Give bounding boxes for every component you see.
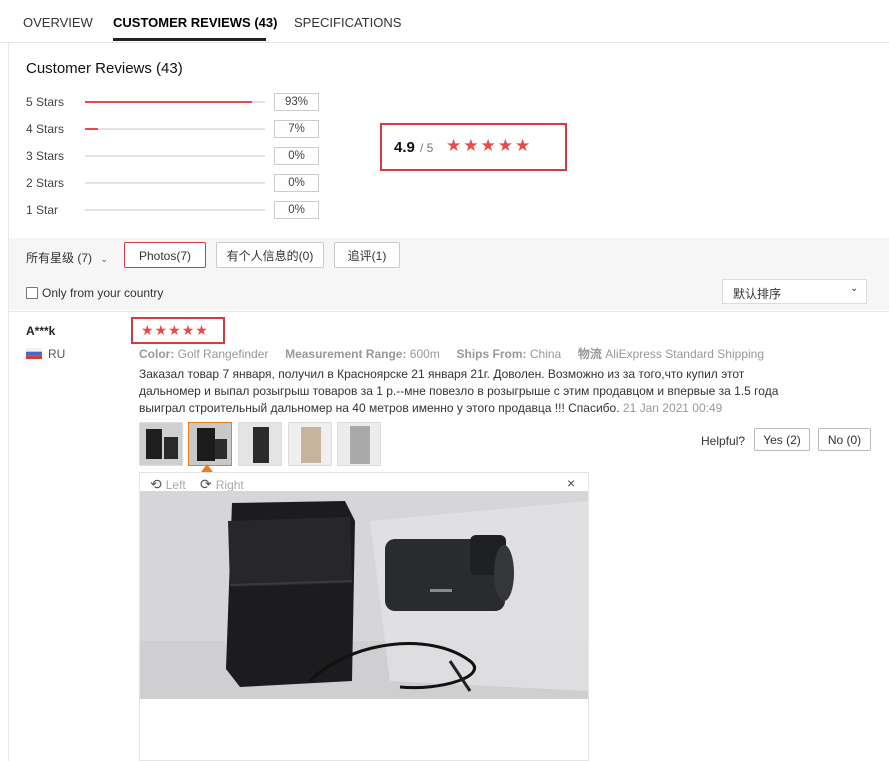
- rating-row-label: 4 Stars: [26, 122, 65, 136]
- rating-percent-box: 93%: [274, 93, 319, 111]
- review-photo-large: [140, 491, 588, 699]
- country-filter-label: Only from your country: [42, 286, 164, 300]
- review-body: Заказал товар 7 января, получил в Красно…: [139, 366, 779, 417]
- photo-thumbnail: [239, 423, 281, 465]
- star-icon: ★: [446, 136, 462, 155]
- review-photo-thumb-selected[interactable]: [188, 422, 232, 466]
- review-photo-thumb[interactable]: [288, 422, 332, 466]
- star-icon: ★: [480, 136, 496, 155]
- active-tab-underline: [113, 38, 266, 41]
- photo-thumbnail: [338, 423, 380, 465]
- color-attr-label: Color:: [139, 347, 175, 361]
- photo-thumbnail: [140, 423, 182, 465]
- review-date: 21 Jan 2021 00:49: [622, 401, 723, 415]
- star-icon: ★: [154, 322, 168, 338]
- review-rating-box: ★ ★ ★ ★ ★: [131, 317, 225, 344]
- rotate-right-label: Right: [215, 477, 244, 492]
- rating-bar-track: [85, 155, 265, 157]
- tab-customer-reviews[interactable]: CUSTOMER REVIEWS (43): [113, 15, 277, 30]
- star-icon: ★: [463, 136, 479, 155]
- selected-thumb-pointer: [201, 464, 213, 472]
- left-divider: [8, 0, 9, 761]
- star-icon: ★: [181, 322, 195, 338]
- rating-percent-box: 0%: [274, 147, 319, 165]
- country-checkbox[interactable]: [26, 287, 38, 299]
- measure-attr-value: 600m: [409, 347, 440, 361]
- rating-bar-track: [85, 182, 265, 184]
- logistics-attr-value: AliExpress Standard Shipping: [605, 347, 765, 361]
- review-photo-thumb[interactable]: [337, 422, 381, 466]
- average-rating-value: 4.9: [394, 139, 415, 156]
- reviewer-name: A***k: [26, 324, 56, 338]
- rating-max-label: / 5: [420, 141, 434, 155]
- review-attributes: Color: Golf Rangefinder Measurement Rang…: [139, 345, 764, 362]
- rating-bar-track: [85, 209, 265, 211]
- tab-bar: OVERVIEW CUSTOMER REVIEWS (43) SPECIFICA…: [0, 0, 889, 43]
- reviewer-country: RU: [48, 347, 66, 361]
- ships-attr-value: China: [529, 347, 562, 361]
- personal-info-filter-button[interactable]: 有个人信息的(0): [216, 242, 324, 268]
- close-viewer-button[interactable]: ×: [567, 475, 575, 491]
- photo-thumbnail: [289, 423, 331, 465]
- rating-bar-fill: [85, 101, 253, 103]
- star-icon: ★: [497, 136, 513, 155]
- rating-row-label: 5 Stars: [26, 95, 65, 109]
- photos-filter-button[interactable]: Photos(7): [124, 242, 206, 268]
- review-photo-thumb[interactable]: [139, 422, 183, 466]
- measure-attr-label: Measurement Range:: [285, 347, 407, 361]
- rating-percent-box: 7%: [274, 120, 319, 138]
- review-rating-stars: ★ ★ ★ ★ ★: [141, 323, 208, 338]
- rating-row-label: 3 Stars: [26, 149, 65, 163]
- review-photo-thumb[interactable]: [238, 422, 282, 466]
- helpful-no-button[interactable]: No (0): [818, 428, 871, 451]
- sort-label: 默认排序: [733, 287, 782, 301]
- average-rating-box: 4.9 / 5 ★ ★ ★ ★ ★: [380, 123, 567, 171]
- rotate-left-label: Left: [165, 477, 186, 492]
- star-filter-label: 所有星级 (7): [26, 251, 93, 265]
- rating-row-label: 2 Stars: [26, 176, 65, 190]
- rating-percent-box: 0%: [274, 174, 319, 192]
- additional-review-filter-button[interactable]: 追评(1): [334, 242, 400, 268]
- country-filter[interactable]: Only from your country: [26, 286, 163, 300]
- rating-percent-box: 0%: [274, 201, 319, 219]
- rating-bar-fill: [85, 128, 98, 130]
- tab-overview[interactable]: OVERVIEW: [23, 15, 93, 30]
- tab-specifications[interactable]: SPECIFICATIONS: [294, 15, 401, 30]
- rating-bar-track: [85, 128, 265, 130]
- star-icon: ★: [141, 322, 154, 338]
- russia-flag-icon: [26, 348, 42, 359]
- helpful-label: Helpful?: [701, 434, 746, 448]
- star-filter-dropdown[interactable]: 所有星级 (7) ⌄: [26, 249, 108, 266]
- chevron-down-icon: ⌄: [850, 283, 859, 294]
- divider: [9, 311, 889, 312]
- rating-bar-track: [85, 101, 265, 103]
- star-icon: ★: [515, 136, 531, 155]
- reviews-title: Customer Reviews (43): [26, 60, 183, 77]
- sort-dropdown[interactable]: 默认排序 ⌄: [722, 279, 867, 304]
- logistics-attr-label: 物流: [577, 347, 602, 361]
- star-icon: ★: [195, 322, 208, 338]
- ships-attr-label: Ships From:: [456, 347, 527, 361]
- star-icon: ★: [168, 322, 181, 338]
- average-rating-stars: ★ ★ ★ ★ ★: [446, 137, 530, 155]
- rating-row-label: 1 Star: [26, 203, 59, 217]
- photo-viewer: ⟲ Left ⟳ Right ×: [139, 472, 589, 761]
- photo-thumbnail: [189, 423, 231, 465]
- chevron-down-icon: ⌄: [100, 254, 108, 264]
- color-attr-value: Golf Rangefinder: [177, 347, 269, 361]
- helpful-yes-button[interactable]: Yes (2): [754, 428, 810, 451]
